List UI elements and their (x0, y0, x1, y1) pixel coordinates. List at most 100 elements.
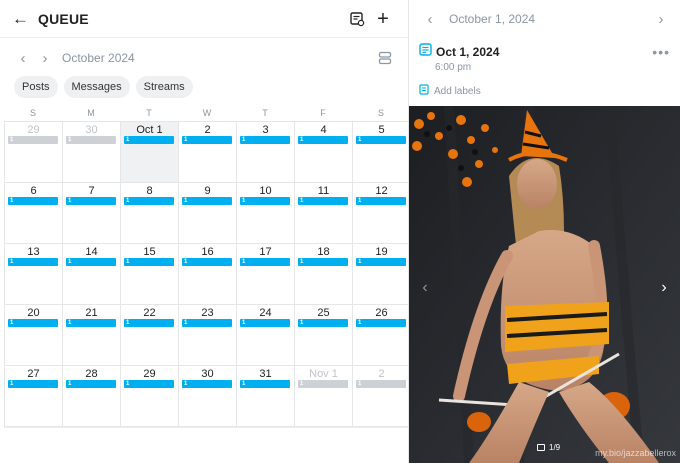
calendar-day-cell[interactable]: 26 1 (353, 305, 411, 366)
scheduled-post-bar[interactable]: 1 (66, 258, 116, 266)
scheduled-post-bar[interactable]: 1 (124, 380, 174, 388)
chevron-left-icon[interactable]: ‹ (419, 11, 441, 28)
calendar-day-cell[interactable]: 41 (295, 122, 353, 183)
calendar-day-cell[interactable]: 19 1 (353, 244, 411, 305)
scheduled-post-bar[interactable]: 1 (124, 197, 174, 205)
chevron-left-icon[interactable]: ‹ (415, 278, 435, 298)
scheduled-post-bar[interactable]: 1 (66, 319, 116, 327)
detail-header: ‹ October 1, 2024 › (409, 0, 680, 38)
scheduled-post-bar[interactable]: 1 (182, 258, 232, 266)
scheduled-post-bar[interactable]: 1 (8, 197, 58, 205)
scheduled-post-bar[interactable]: 1 (298, 197, 348, 205)
scheduled-post-bar[interactable]: 1 (182, 136, 232, 144)
scheduled-post-bar[interactable]: 1 (182, 197, 232, 205)
scheduled-post-bar[interactable]: 1 (240, 319, 290, 327)
calendar-day-cell[interactable]: 25 1 (295, 305, 353, 366)
scheduled-post-bar[interactable]: 1 (240, 197, 290, 205)
calendar-day-cell[interactable]: 16 1 (179, 244, 237, 305)
calendar-day-cell[interactable]: 11 1 (295, 183, 353, 244)
calendar-day-cell[interactable]: 30 1 (63, 122, 121, 183)
scheduled-post-bar[interactable]: 1 (8, 136, 58, 144)
calendar-day-cell[interactable]: 21 1 (63, 305, 121, 366)
scheduled-post-bar[interactable]: 1 (66, 197, 116, 205)
scheduled-post-bar[interactable]: 1 (8, 319, 58, 327)
calendar-day-cell[interactable]: 31 (237, 122, 295, 183)
scheduled-post-bar[interactable]: 1 (298, 258, 348, 266)
scheduled-post-bar[interactable]: 1 (182, 319, 232, 327)
scheduled-post-bar[interactable]: 1 (8, 380, 58, 388)
post-icon (419, 43, 432, 61)
calendar-day-cell[interactable]: 23 1 (179, 305, 237, 366)
add-labels-button[interactable]: Add labels (409, 84, 680, 98)
month-navigator: ‹ › October 2024 (0, 40, 408, 76)
calendar-day-cell[interactable]: Oct 11 (121, 122, 179, 183)
scheduled-post-bar[interactable]: 1 (356, 380, 406, 388)
scheduled-post-bar[interactable]: 1 (356, 197, 406, 205)
scheduled-post-bar[interactable]: 1 (298, 136, 348, 144)
weekday-label: F (320, 108, 326, 118)
weekday-label: S (377, 108, 384, 118)
calendar-day-cell[interactable]: 29 1 (5, 122, 63, 183)
calendar-day-cell[interactable]: 91 (179, 183, 237, 244)
calendar-day-cell[interactable]: 15 1 (121, 244, 179, 305)
calendar-day-cell[interactable]: 31 1 (237, 366, 295, 427)
calendar-day-cell[interactable]: 30 1 (179, 366, 237, 427)
queue-panel: ← QUEUE + ‹ › October 2024 Posts Message… (0, 0, 411, 463)
calendar-grid: 29 1 30 1 Oct 1 1 2 1 3 1 4 1 5 1 6 1 7 1 8 1 9 1 10 1 11 1 12 1 13 1… (4, 121, 411, 427)
scheduled-post-bar[interactable]: 1 (182, 380, 232, 388)
scheduled-post-bar[interactable]: 1 (8, 258, 58, 266)
scheduled-post-bar[interactable]: 1 (356, 136, 406, 144)
calendar-day-cell[interactable]: 22 1 (121, 305, 179, 366)
calendar-day-cell[interactable]: 13 1 (5, 244, 63, 305)
calendar-day-cell[interactable]: 14 1 (63, 244, 121, 305)
add-labels-text: Add labels (434, 85, 481, 97)
arrow-left-icon[interactable]: ← (12, 9, 36, 29)
weekday-header: S M T W T F S (0, 105, 408, 121)
calendar-day-cell[interactable]: 18 1 (295, 244, 353, 305)
calendar-day-cell[interactable]: 27 1 (5, 366, 63, 427)
calendar-day-cell[interactable]: 29 1 (121, 366, 179, 427)
scheduled-post-bar[interactable]: 1 (124, 319, 174, 327)
scheduled-post-bar[interactable]: 1 (298, 380, 348, 388)
filter-streams[interactable]: Streams (135, 76, 193, 98)
view-toggle-icon[interactable] (374, 47, 396, 69)
scheduled-post-bar[interactable]: 1 (124, 258, 174, 266)
chevron-right-icon[interactable]: › (650, 11, 672, 28)
calendar-day-cell[interactable]: 21 (353, 366, 411, 427)
calendar-day-cell[interactable]: 12 1 (353, 183, 411, 244)
chevron-left-icon[interactable]: ‹ (12, 50, 34, 67)
calendar-day-cell[interactable]: 71 (63, 183, 121, 244)
more-icon[interactable]: ••• (652, 44, 670, 60)
scheduled-post-bar[interactable]: 1 (124, 136, 174, 144)
calendar-day-cell[interactable]: 51 (353, 122, 411, 183)
page-title: QUEUE (38, 10, 89, 27)
filter-chips: Posts Messages Streams (0, 76, 408, 100)
scheduled-post-bar[interactable]: 1 (356, 319, 406, 327)
scheduled-post-bar[interactable]: 1 (240, 136, 290, 144)
calendar-day-cell[interactable]: 24 1 (237, 305, 295, 366)
calendar-day-cell[interactable]: 17 1 (237, 244, 295, 305)
post-date[interactable]: Oct 1, 2024 (436, 45, 652, 59)
scheduled-post-bar[interactable]: 1 (356, 258, 406, 266)
chevron-right-icon[interactable]: › (654, 278, 674, 298)
plus-icon[interactable]: + (370, 9, 396, 29)
scheduled-post-bar[interactable]: 1 (240, 258, 290, 266)
calendar-day-cell[interactable]: 10 1 (237, 183, 295, 244)
scheduled-post-bar[interactable]: 1 (66, 380, 116, 388)
filter-posts[interactable]: Posts (14, 76, 58, 98)
detail-date: October 1, 2024 (449, 12, 536, 26)
calendar-day-cell[interactable]: Nov 11 (295, 366, 353, 427)
calendar-day-cell[interactable]: 20 1 (5, 305, 63, 366)
filter-messages[interactable]: Messages (63, 76, 130, 98)
queue-list-icon[interactable] (344, 11, 370, 27)
divider (4, 427, 409, 428)
calendar-day-cell[interactable]: 81 (121, 183, 179, 244)
calendar-day-cell[interactable]: 61 (5, 183, 63, 244)
scheduled-post-bar[interactable]: 1 (240, 380, 290, 388)
calendar-day-cell[interactable]: 21 (179, 122, 237, 183)
chevron-right-icon[interactable]: › (34, 50, 56, 67)
calendar-day-cell[interactable]: 28 1 (63, 366, 121, 427)
scheduled-post-bar[interactable]: 1 (298, 319, 348, 327)
post-media-image[interactable]: ‹ › 1/9 my.bio/jazzabellerox (409, 106, 680, 463)
scheduled-post-bar[interactable]: 1 (66, 136, 116, 144)
